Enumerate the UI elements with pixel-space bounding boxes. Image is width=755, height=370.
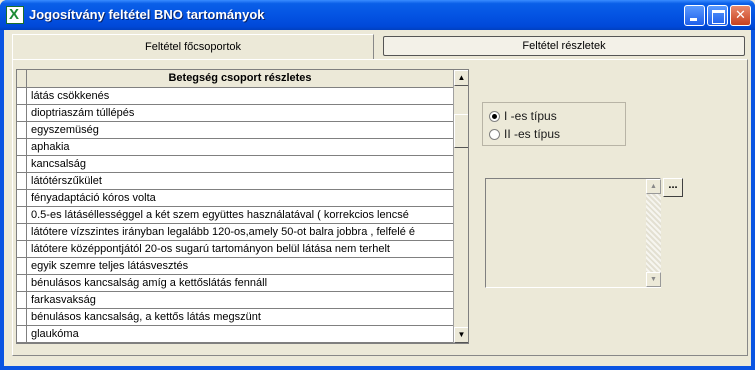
arrow-up-icon: ▲ (457, 73, 466, 82)
grid-row[interactable]: kancsalság (27, 156, 453, 173)
minimize-button[interactable] (684, 5, 705, 26)
scroll-thumb[interactable] (454, 114, 468, 148)
window-title: Jogosítvány feltétel BNO tartományok (29, 7, 265, 22)
grid-row[interactable]: glaukóma (27, 326, 453, 343)
client-area: Feltétel főcsoportok Feltétel részletek … (4, 30, 751, 366)
grid-row[interactable]: fényadaptáció kóros volta (27, 190, 453, 207)
scroll-down-button[interactable]: ▼ (454, 327, 468, 343)
close-button[interactable]: ✕ (730, 5, 751, 26)
memo-scroll-down-icon[interactable]: ▼ (646, 272, 661, 287)
radio-type-2[interactable]: II -es típus (489, 126, 560, 142)
grid-row[interactable]: egyszemüség (27, 122, 453, 139)
grid-row[interactable]: dioptriaszám túllépés (27, 105, 453, 122)
arrow-down-icon: ▼ (457, 330, 466, 339)
scroll-up-button[interactable]: ▲ (454, 70, 468, 86)
minimize-icon (685, 6, 704, 25)
radio-type-2-label: II -es típus (504, 127, 561, 141)
close-icon: ✕ (735, 8, 746, 23)
memo-scroll-up-icon[interactable]: ▲ (646, 179, 661, 194)
grid-row[interactable]: bénulásos kancsalság, a kettős látás meg… (27, 309, 453, 326)
type-radio-group: I -es típus II -es típus (482, 102, 626, 146)
radio-type-1-label: I -es típus (504, 109, 557, 123)
radio-type-1[interactable]: I -es típus (489, 108, 557, 124)
column-header[interactable]: Betegség csoport részletes (27, 70, 453, 88)
grid-rows: látás csökkenés dioptriaszám túllépés eg… (27, 88, 453, 343)
main-window: X Jogosítvány feltétel BNO tartományok ✕… (0, 0, 755, 370)
title-bar[interactable]: X Jogosítvány feltétel BNO tartományok ✕ (0, 0, 755, 30)
maximize-icon (708, 6, 727, 25)
grid-row[interactable]: látótérszűkület (27, 173, 453, 190)
grid-row[interactable]: bénulásos kancsalság amíg a kettőslátás … (27, 275, 453, 292)
memo-field[interactable]: ▲ ▼ (485, 178, 661, 288)
grid-row[interactable]: farkasvakság (27, 292, 453, 309)
details-grid[interactable]: Betegség csoport részletes látás csökken… (16, 69, 469, 344)
app-icon: X (6, 6, 24, 24)
radio-unchecked-icon (489, 128, 500, 140)
app-icon-glyph: X (9, 6, 20, 23)
row-indicator-column (17, 70, 27, 343)
radio-checked-icon (489, 110, 500, 122)
tab-feltetel-focsoportok[interactable]: Feltétel főcsoportok (12, 34, 374, 59)
maximize-button[interactable] (707, 5, 728, 26)
grid-row[interactable]: látás csökkenés (27, 88, 453, 105)
grid-row[interactable]: látótere középpontjától 20-os sugarú tar… (27, 241, 453, 258)
grid-row[interactable]: 0.5-es látáséllességgel a két szem együt… (27, 207, 453, 224)
grid-row[interactable]: aphakia (27, 139, 453, 156)
memo-scrollbar[interactable]: ▲ ▼ (646, 179, 661, 287)
ellipsis-button[interactable]: ... (663, 178, 683, 197)
grid-scrollbar[interactable]: ▲ ▼ (453, 70, 468, 343)
grid-row[interactable]: látótere vízszintes irányban legalább 12… (27, 224, 453, 241)
tab-feltetel-reszletek[interactable]: Feltétel részletek (383, 36, 745, 56)
grid-row[interactable]: egyik szemre teljes látásvesztés (27, 258, 453, 275)
